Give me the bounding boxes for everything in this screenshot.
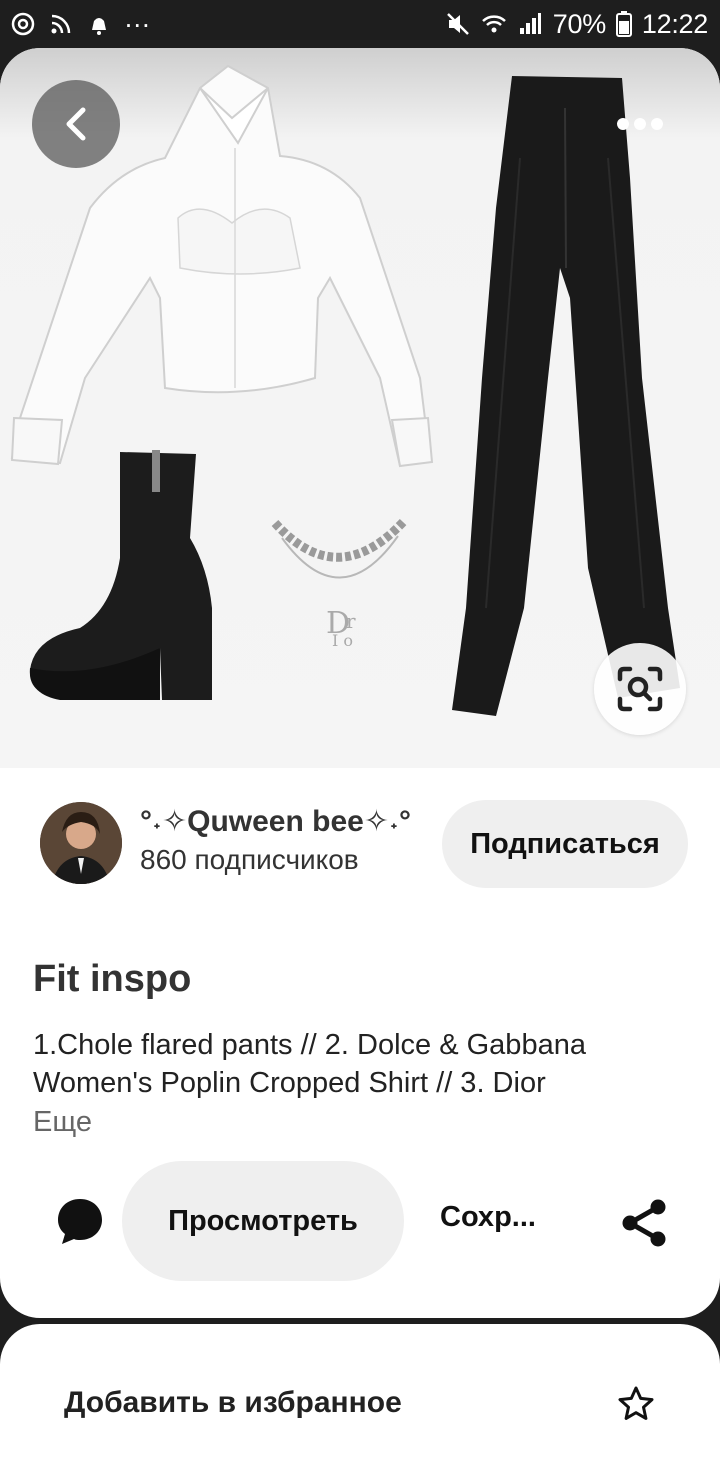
view-button[interactable]: Просмотреть: [122, 1161, 404, 1281]
share-button[interactable]: [616, 1195, 672, 1251]
battery-icon: [615, 11, 632, 37]
chevron-left-icon: [66, 107, 86, 141]
mute-icon: [446, 13, 469, 35]
sync-icon: [11, 12, 35, 36]
star-outline-icon: [618, 1386, 654, 1420]
favorite-button[interactable]: [612, 1380, 660, 1428]
action-row: Просмотреть Сохр...: [0, 1161, 720, 1281]
creator-row: °˖✧Quween bee✧˖° 860 подписчиков Подписа…: [40, 800, 690, 890]
avatar-image: [40, 802, 122, 884]
show-more-link[interactable]: Еще: [33, 1106, 92, 1139]
black-trousers: [452, 76, 680, 716]
svg-text:I o: I o: [332, 631, 353, 650]
more-dots-icon: [617, 118, 629, 130]
share-icon: [622, 1199, 666, 1247]
back-button[interactable]: [32, 80, 120, 168]
status-right: 70% 12:22: [445, 8, 708, 40]
rss-icon: [51, 14, 71, 34]
creator-name[interactable]: °˖✧Quween bee✧˖°: [140, 804, 411, 839]
status-bar: ··· 70% 12:22: [0, 0, 720, 48]
necklace: D r I o: [271, 516, 409, 650]
more-options-button[interactable]: [600, 104, 680, 144]
svg-text:r: r: [346, 609, 356, 633]
battery-percent: 70%: [552, 8, 606, 39]
status-left: ···: [10, 8, 150, 40]
pin-image[interactable]: D r I o: [0, 48, 720, 768]
wifi-icon: [481, 15, 506, 33]
pin-title: Fit inspo: [33, 958, 192, 1000]
comment-button[interactable]: [52, 1193, 108, 1249]
clock: 12:22: [641, 8, 708, 39]
follow-button[interactable]: Подписаться: [442, 800, 688, 888]
status-more-dots: ···: [124, 8, 151, 39]
pin-card: D r I o °˖✧Quween bee✧˖° 860 подписчиков…: [0, 48, 720, 1318]
save-button[interactable]: Сохр...: [440, 1201, 536, 1234]
avatar[interactable]: [40, 802, 122, 884]
add-to-favorites-label[interactable]: Добавить в избранное: [64, 1386, 402, 1420]
bottom-sheet: Добавить в избранное: [0, 1324, 720, 1480]
visual-search-button[interactable]: [594, 643, 686, 735]
alarm-icon: [92, 18, 106, 35]
comment-bubble-icon: [58, 1199, 102, 1244]
visual-search-icon: [617, 666, 663, 712]
black-boot: [29, 450, 212, 700]
follower-count: 860 подписчиков: [140, 844, 359, 875]
pin-description: 1.Chole flared pants // 2. Dolce & Gabba…: [33, 1029, 586, 1099]
signal-icon: [519, 13, 541, 34]
